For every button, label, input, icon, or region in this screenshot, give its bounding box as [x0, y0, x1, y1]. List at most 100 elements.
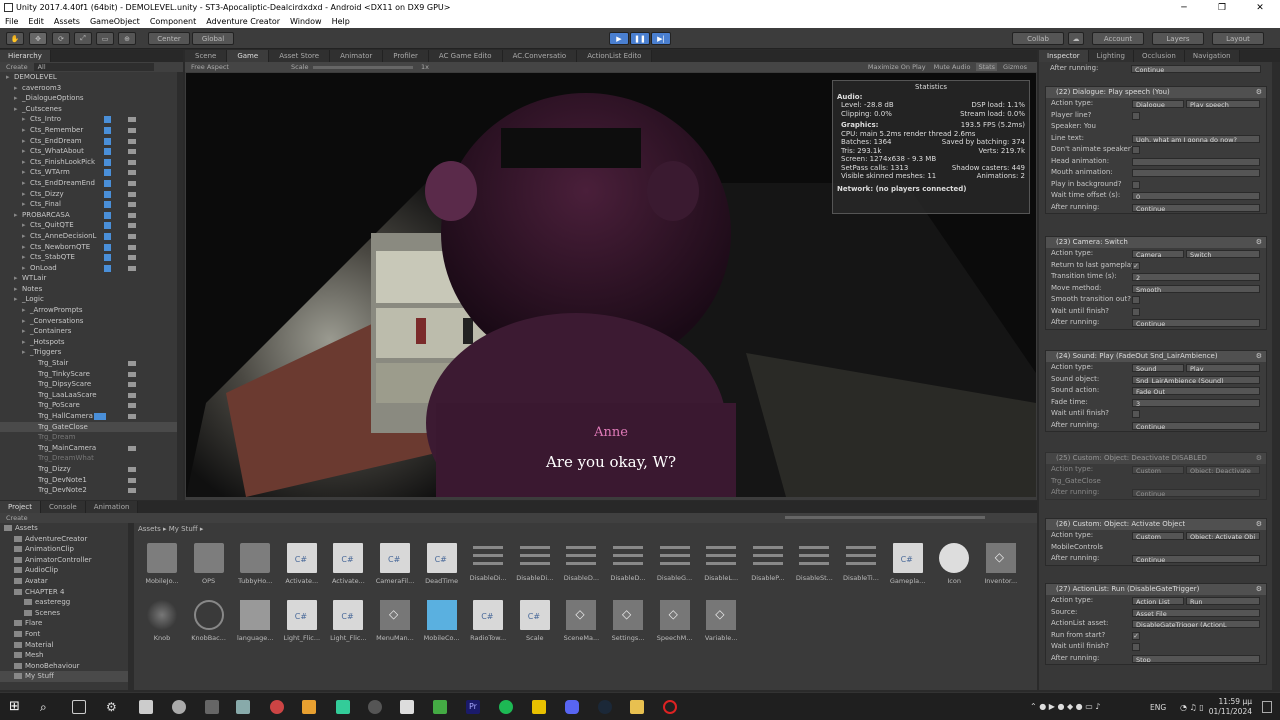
- hierarchy-item[interactable]: ▸ Cts_FinishLookPick: [0, 157, 177, 168]
- pivot-center-button[interactable]: Center: [148, 32, 190, 45]
- field-value[interactable]: Camera: [1132, 250, 1184, 258]
- visibility-toggles[interactable]: [100, 211, 136, 219]
- asset-item[interactable]: Activate...: [280, 543, 324, 591]
- hierarchy-item[interactable]: ▸ WTLair: [0, 273, 177, 284]
- visibility-toggles[interactable]: [100, 179, 136, 187]
- layout-dropdown[interactable]: Layout: [1212, 32, 1264, 45]
- hierarchy-item[interactable]: Trg_TinkyScare: [0, 369, 177, 380]
- project-folder-item[interactable]: AnimatorController: [0, 555, 128, 566]
- field-value[interactable]: Asset File: [1132, 608, 1260, 617]
- field-value[interactable]: Sound: [1132, 364, 1184, 372]
- icon-size-slider[interactable]: [785, 516, 985, 519]
- project-folder-item[interactable]: CHAPTER 4: [0, 587, 128, 598]
- visibility-toggles[interactable]: [100, 381, 136, 388]
- expand-arrow-icon[interactable]: ▸: [22, 167, 30, 178]
- asset-item[interactable]: ◇ Variable...: [699, 600, 743, 648]
- action-header[interactable]: (22) Dialogue: Play speech (You): [1046, 87, 1266, 98]
- breadcrumb-my-stuff[interactable]: My Stuff: [169, 525, 198, 533]
- hierarchy-item[interactable]: ▸ Cts_StabQTE: [0, 252, 177, 263]
- inspector-scrollbar[interactable]: [1272, 62, 1280, 690]
- step-button[interactable]: ▶|: [651, 32, 671, 45]
- field-value[interactable]: Fade Out: [1132, 387, 1260, 395]
- gear-icon[interactable]: ⚙: [1256, 88, 1262, 96]
- opera-icon[interactable]: [663, 700, 677, 714]
- menu-help[interactable]: Help: [327, 17, 355, 26]
- aspect-dropdown[interactable]: Free Aspect: [191, 63, 291, 71]
- field-value[interactable]: Ugh, what am I gonna do now?: [1132, 134, 1260, 143]
- expand-arrow-icon[interactable]: ▸: [22, 178, 30, 189]
- unity-editor-icon[interactable]: [400, 700, 414, 714]
- field-value-secondary[interactable]: Switch: [1186, 250, 1260, 258]
- app-icon-1[interactable]: [172, 700, 186, 714]
- hierarchy-item[interactable]: ▸ Cts_Intro: [0, 114, 177, 125]
- field-value[interactable]: Custom: [1132, 466, 1184, 474]
- close-button[interactable]: ✕: [1241, 0, 1279, 15]
- expand-arrow-icon[interactable]: ▸: [14, 284, 22, 295]
- mute-audio-button[interactable]: Mute Audio: [932, 63, 973, 71]
- hierarchy-item[interactable]: Trg_MainCamera: [0, 443, 177, 454]
- project-folder-item[interactable]: AdventureCreator: [0, 534, 128, 545]
- tab-ac-conversatio[interactable]: AC.Conversatio: [502, 50, 578, 62]
- asset-item[interactable]: MobileJo...: [140, 543, 184, 591]
- asset-item[interactable]: DisableD...: [606, 543, 650, 591]
- menu-file[interactable]: File: [0, 17, 23, 26]
- asset-item[interactable]: Scale: [513, 600, 557, 648]
- field-value-secondary[interactable]: Object: Deactivate: [1186, 466, 1260, 474]
- gear-icon[interactable]: ⚙: [1256, 238, 1262, 246]
- expand-arrow-icon[interactable]: ▸: [14, 93, 22, 104]
- create-dropdown[interactable]: Create: [6, 63, 28, 71]
- hierarchy-item[interactable]: ▸ Cts_EndDreamEnd: [0, 178, 177, 189]
- tab-asset-store[interactable]: Asset Store: [269, 50, 331, 62]
- maximize-on-play-button[interactable]: Maximize On Play: [866, 63, 928, 71]
- app-icon-3[interactable]: [270, 700, 284, 714]
- expand-arrow-icon[interactable]: ▸: [22, 252, 30, 263]
- expand-arrow-icon[interactable]: ▸: [14, 273, 22, 284]
- windows-start-icon[interactable]: ⊞: [9, 700, 23, 714]
- expand-arrow-icon[interactable]: ▸: [22, 146, 30, 157]
- field-value[interactable]: Stop: [1132, 654, 1260, 663]
- asset-item[interactable]: MobileCo...: [420, 600, 464, 648]
- hierarchy-item[interactable]: ▸ _Containers: [0, 326, 177, 337]
- expand-arrow-icon[interactable]: ▸: [22, 125, 30, 136]
- search-icon[interactable]: ⌕: [40, 700, 54, 714]
- hierarchy-item[interactable]: Trg_Dream: [0, 432, 177, 443]
- after-running-dropdown[interactable]: Continue: [1131, 65, 1261, 73]
- project-folder-item[interactable]: Avatar: [0, 576, 128, 587]
- action-header[interactable]: (25) Custom: Object: Deactivate DISABLED: [1046, 453, 1266, 464]
- project-folder-item[interactable]: AnimationClip: [0, 544, 128, 555]
- expand-arrow-icon[interactable]: ▸: [22, 326, 30, 337]
- visibility-toggles[interactable]: [100, 243, 136, 251]
- hierarchy-item[interactable]: ▸ _Hotspots: [0, 337, 177, 348]
- asset-item[interactable]: Light_Flic...: [326, 600, 370, 648]
- hierarchy-item[interactable]: ▸ Cts_NewbornQTE: [0, 242, 177, 253]
- field-checkbox[interactable]: [1132, 296, 1140, 304]
- tab-console[interactable]: Console: [40, 501, 86, 513]
- hierarchy-item[interactable]: ▸ _Logic: [0, 294, 177, 305]
- hierarchy-item[interactable]: Trg_PoScare: [0, 400, 177, 411]
- visibility-toggles[interactable]: [100, 254, 136, 262]
- field-value[interactable]: 2: [1132, 273, 1260, 281]
- transform-tool-icon[interactable]: ⊕: [118, 32, 136, 45]
- expand-arrow-icon[interactable]: ▸: [22, 263, 30, 274]
- project-folder-item[interactable]: Material: [0, 640, 128, 651]
- action-header[interactable]: (23) Camera: Switch: [1046, 237, 1266, 248]
- expand-arrow-icon[interactable]: ▸: [14, 210, 22, 221]
- asset-item[interactable]: DisableDi...: [513, 543, 557, 591]
- rotate-tool-icon[interactable]: ⟳: [52, 32, 70, 45]
- expand-arrow-icon[interactable]: ▸: [22, 199, 30, 210]
- asset-item[interactable]: language...: [233, 600, 277, 648]
- hierarchy-search-input[interactable]: All: [33, 63, 154, 71]
- file-explorer-icon[interactable]: [630, 700, 644, 714]
- tab-project[interactable]: Project: [0, 501, 41, 513]
- hierarchy-item[interactable]: ▸ Notes: [0, 284, 177, 295]
- visibility-toggles[interactable]: [100, 148, 136, 156]
- hierarchy-item[interactable]: Trg_GateClose: [0, 421, 177, 433]
- hierarchy-item[interactable]: Trg_LaaLaaScare: [0, 390, 177, 401]
- pivot-global-button[interactable]: Global: [192, 32, 234, 45]
- expand-arrow-icon[interactable]: ▸: [22, 220, 30, 231]
- hierarchy-item[interactable]: ▸ PROBARCASA: [0, 210, 177, 221]
- hierarchy-item[interactable]: ▸ OnLoad: [0, 263, 177, 274]
- hierarchy-item[interactable]: ▸ caveroom3: [0, 83, 177, 94]
- hierarchy-item[interactable]: Trg_HallCamera: [0, 411, 177, 422]
- asset-item[interactable]: RadioTow...: [466, 600, 510, 648]
